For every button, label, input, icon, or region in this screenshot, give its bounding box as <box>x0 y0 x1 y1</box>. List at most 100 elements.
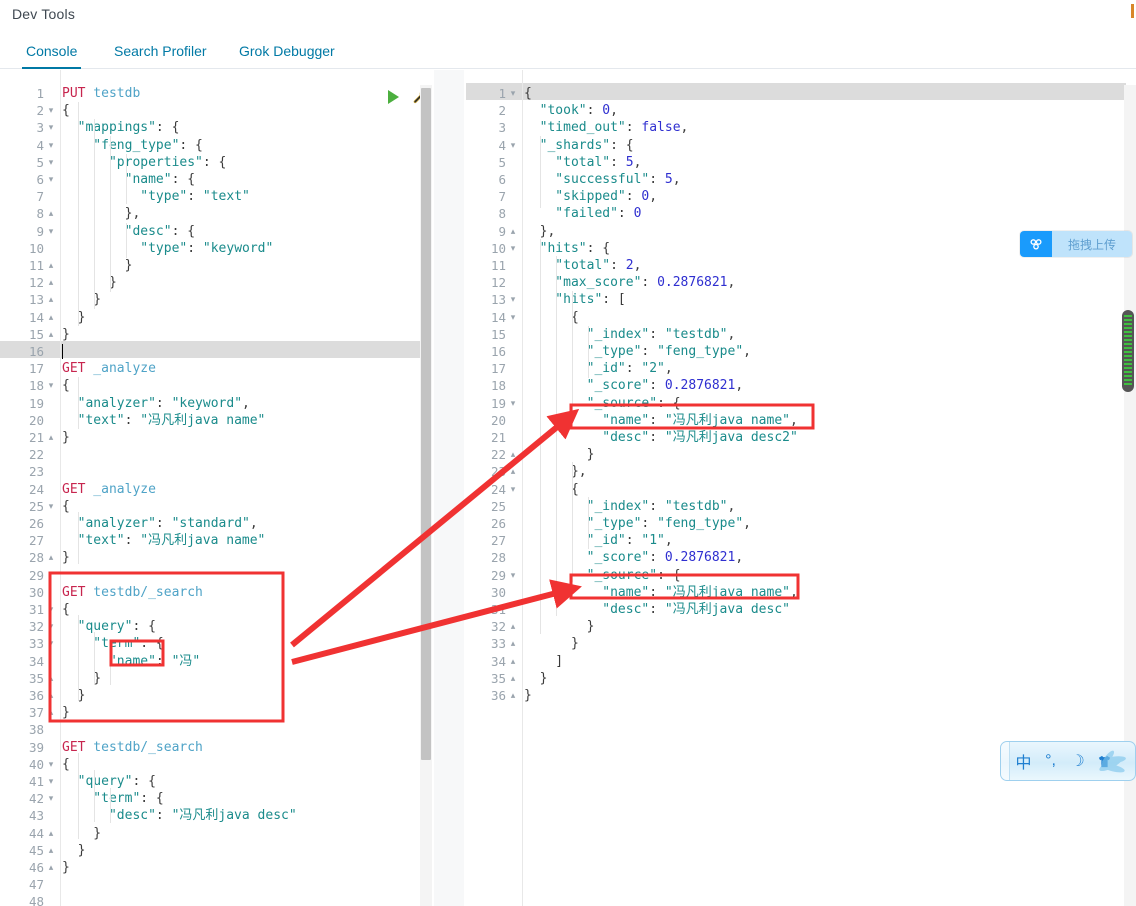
fold-toggle-icon[interactable]: ▴ <box>46 704 56 721</box>
code-line[interactable]: PUT testdb <box>62 85 140 102</box>
code-line[interactable]: "skipped": 0, <box>524 188 657 205</box>
fold-toggle-icon[interactable]: ▾ <box>46 137 56 154</box>
fold-toggle-icon[interactable]: ▾ <box>46 154 56 171</box>
pane-divider[interactable] <box>434 70 880 906</box>
fold-toggle-icon[interactable]: ▾ <box>46 635 56 652</box>
code-line[interactable]: "mappings": { <box>62 119 180 136</box>
code-line[interactable]: "total": 2, <box>524 257 641 274</box>
fold-toggle-icon[interactable]: ▴ <box>508 223 518 240</box>
code-line[interactable]: } <box>524 635 579 652</box>
ime-toolbar[interactable]: 中 °, ☽ <box>1000 741 1136 781</box>
code-line[interactable]: "name": "冯凡利java name", <box>524 412 798 429</box>
code-line[interactable]: "text": "冯凡利java name" <box>62 412 266 429</box>
fold-toggle-icon[interactable]: ▾ <box>508 240 518 257</box>
tab-console[interactable]: Console <box>22 36 82 69</box>
code-line[interactable]: } <box>62 549 70 566</box>
fold-toggle-icon[interactable]: ▴ <box>46 309 56 326</box>
ime-drag-handle[interactable] <box>1001 742 1010 780</box>
code-line[interactable]: "properties": { <box>62 154 226 171</box>
fold-toggle-icon[interactable]: ▴ <box>508 463 518 480</box>
code-line[interactable]: } <box>62 257 133 274</box>
code-line[interactable]: "analyzer": "keyword", <box>62 395 250 412</box>
code-line[interactable]: } <box>62 291 101 308</box>
code-line[interactable]: GET _analyze <box>62 481 156 498</box>
fold-toggle-icon[interactable]: ▾ <box>508 481 518 498</box>
code-line[interactable]: "analyzer": "standard", <box>62 515 258 532</box>
fold-toggle-icon[interactable]: ▾ <box>508 309 518 326</box>
code-line[interactable]: "type": "text" <box>62 188 250 205</box>
code-line[interactable]: } <box>62 859 70 876</box>
fold-toggle-icon[interactable]: ▾ <box>46 223 56 240</box>
code-line[interactable]: "successful": 5, <box>524 171 680 188</box>
code-line[interactable]: "name": { <box>62 171 195 188</box>
page-vscrollbar-thumb[interactable] <box>1122 310 1134 392</box>
run-request-button[interactable] <box>388 90 399 104</box>
fold-toggle-icon[interactable]: ▾ <box>508 291 518 308</box>
tab-grok-debugger[interactable]: Grok Debugger <box>235 36 339 69</box>
code-line[interactable]: { <box>62 102 70 119</box>
code-line[interactable]: } <box>62 309 86 326</box>
code-line[interactable]: } <box>62 429 70 446</box>
fold-toggle-icon[interactable]: ▾ <box>46 498 56 515</box>
fold-toggle-icon[interactable]: ▴ <box>46 687 56 704</box>
code-line[interactable]: "failed": 0 <box>524 205 641 222</box>
code-line[interactable]: "name": "冯凡利java name", <box>524 584 798 601</box>
fold-toggle-icon[interactable]: ▴ <box>46 670 56 687</box>
fold-toggle-icon[interactable]: ▴ <box>46 291 56 308</box>
code-line[interactable]: "desc": { <box>62 223 195 240</box>
code-line[interactable]: { <box>62 756 70 773</box>
fold-toggle-icon[interactable]: ▴ <box>46 205 56 222</box>
code-line[interactable]: "_source": { <box>524 395 681 412</box>
code-line[interactable]: { <box>524 309 579 326</box>
code-line[interactable]: "took": 0, <box>524 102 618 119</box>
punctuation-mode-icon[interactable]: °, <box>1037 742 1064 780</box>
drag-upload-widget[interactable]: 拖拽上传 <box>1020 231 1132 257</box>
fold-toggle-icon[interactable]: ▴ <box>46 825 56 842</box>
fold-toggle-icon[interactable]: ▴ <box>46 842 56 859</box>
response-vscrollbar-track[interactable] <box>1124 85 1136 906</box>
code-line[interactable]: } <box>62 687 86 704</box>
fold-toggle-icon[interactable]: ▾ <box>508 137 518 154</box>
code-line[interactable]: GET testdb/_search <box>62 739 203 756</box>
tab-search-profiler[interactable]: Search Profiler <box>110 36 211 69</box>
code-line[interactable]: }, <box>524 223 556 240</box>
code-line[interactable]: "_type": "feng_type", <box>524 515 751 532</box>
fold-toggle-icon[interactable]: ▾ <box>46 756 56 773</box>
fold-toggle-icon[interactable]: ▴ <box>46 257 56 274</box>
fold-toggle-icon[interactable]: ▾ <box>508 567 518 584</box>
fold-toggle-icon[interactable]: ▴ <box>46 859 56 876</box>
code-line[interactable]: { <box>62 377 70 394</box>
code-line[interactable]: "feng_type": { <box>62 137 203 154</box>
code-line[interactable]: { <box>524 85 532 102</box>
code-line[interactable]: "desc": "冯凡利java desc" <box>524 601 790 618</box>
fold-toggle-icon[interactable]: ▾ <box>46 171 56 188</box>
fold-toggle-icon[interactable]: ▴ <box>508 653 518 670</box>
code-line[interactable]: "text": "冯凡利java name" <box>62 532 266 549</box>
fold-toggle-icon[interactable]: ▴ <box>46 274 56 291</box>
fold-toggle-icon[interactable]: ▾ <box>46 773 56 790</box>
code-line[interactable]: } <box>62 326 70 343</box>
code-line[interactable]: ] <box>524 653 563 670</box>
fold-toggle-icon[interactable]: ▴ <box>46 429 56 446</box>
fold-toggle-icon[interactable]: ▴ <box>46 549 56 566</box>
code-line[interactable]: } <box>524 618 595 635</box>
code-line[interactable]: "desc": "冯凡利java desc2" <box>524 429 798 446</box>
code-line[interactable]: { <box>62 601 70 618</box>
fold-toggle-icon[interactable]: ▴ <box>508 670 518 687</box>
request-editor[interactable]: 1 PUT testdb 2 ▾{3 ▾ "mappings": {4 ▾ "feng_t… <box>0 70 432 906</box>
fold-toggle-icon[interactable]: ▾ <box>46 377 56 394</box>
code-line[interactable]: "_id": "1", <box>524 532 673 549</box>
fold-toggle-icon[interactable]: ▾ <box>46 119 56 136</box>
code-line[interactable]: "timed_out": false, <box>524 119 689 136</box>
code-line[interactable]: } <box>62 825 101 842</box>
code-line[interactable]: "_source": { <box>524 567 681 584</box>
fold-toggle-icon[interactable]: ▾ <box>508 85 518 102</box>
code-line[interactable]: "hits": { <box>524 240 610 257</box>
code-line[interactable]: "_type": "feng_type", <box>524 343 751 360</box>
fold-toggle-icon[interactable]: ▾ <box>508 395 518 412</box>
code-line[interactable]: } <box>524 446 595 463</box>
chinese-mode-icon[interactable]: 中 <box>1010 742 1037 780</box>
fold-toggle-icon[interactable]: ▴ <box>508 687 518 704</box>
code-line[interactable]: "total": 5, <box>524 154 641 171</box>
code-line[interactable]: "desc": "冯凡利java desc" <box>62 807 297 824</box>
